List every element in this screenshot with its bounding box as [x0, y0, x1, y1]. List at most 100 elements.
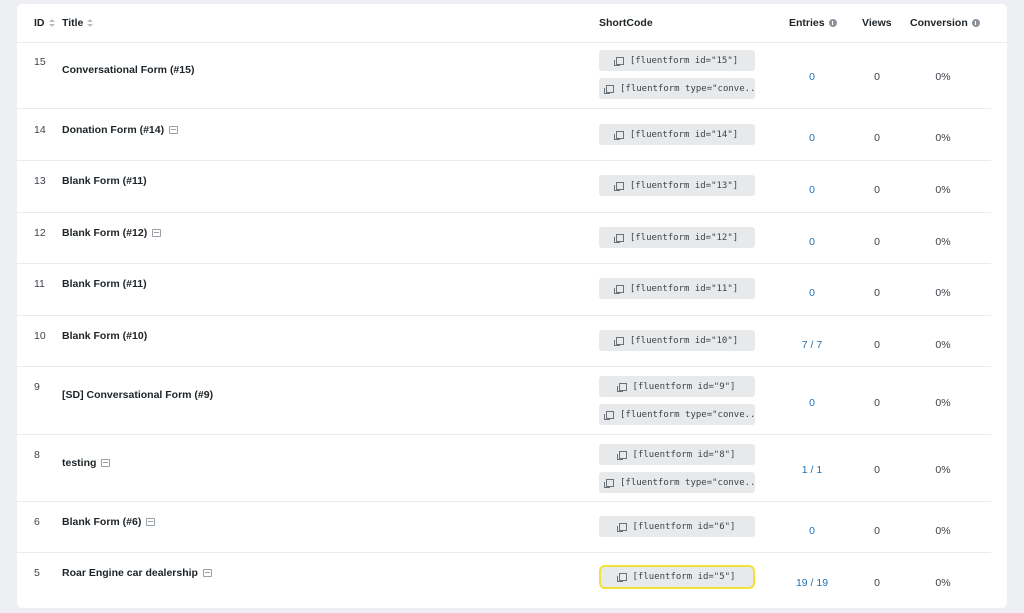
form-title[interactable]: Blank Form (#11)	[62, 278, 147, 290]
table-header: ID Title ShortCode Entries Views Convers…	[17, 4, 1007, 43]
form-title-text[interactable]: Blank Form (#11)	[62, 175, 147, 187]
form-title[interactable]: Blank Form (#12)	[62, 227, 162, 239]
entries-link[interactable]: 19 / 19	[777, 577, 847, 589]
shortcode-text: [fluentform type="conve...	[620, 409, 755, 420]
header-entries-label: Entries	[789, 17, 825, 29]
copy-icon	[613, 130, 624, 140]
copy-icon	[613, 181, 624, 191]
entries-link[interactable]: 1 / 1	[777, 464, 847, 476]
shortcode-copy-button[interactable]: [fluentform id="13"]	[599, 175, 755, 196]
views-count: 0	[874, 184, 880, 196]
shortcode-copy-button[interactable]: [fluentform id="6"]	[599, 516, 755, 537]
edit-icon[interactable]	[146, 518, 156, 526]
views-count: 0	[874, 339, 880, 351]
form-title-text[interactable]: Blank Form (#11)	[62, 278, 147, 290]
form-title[interactable]: [SD] Conversational Form (#9)	[62, 389, 213, 401]
row-id: 14	[34, 124, 46, 136]
edit-icon[interactable]	[169, 126, 179, 134]
entries-link[interactable]: 0	[777, 71, 847, 83]
form-title[interactable]: Roar Engine car dealership	[62, 567, 212, 579]
form-title[interactable]: Conversational Form (#15)	[62, 64, 194, 76]
header-id[interactable]: ID	[34, 17, 55, 29]
shortcode-copy-button[interactable]: [fluentform id="10"]	[599, 330, 755, 351]
form-title-text[interactable]: Roar Engine car dealership	[62, 567, 198, 579]
shortcode-copy-button[interactable]: [fluentform id="5"]	[599, 565, 755, 589]
info-icon[interactable]	[971, 19, 980, 27]
shortcode-copy-button[interactable]: [fluentform id="8"]	[599, 444, 755, 465]
conversion-rate: 0%	[935, 525, 951, 537]
shortcode-copy-button[interactable]: [fluentform id="14"]	[599, 124, 755, 145]
shortcode-text: [fluentform id="9"]	[632, 381, 736, 392]
shortcode-copy-button[interactable]: [fluentform type="conve...	[599, 404, 755, 425]
row-id: 13	[34, 175, 46, 187]
row-id: 8	[34, 449, 40, 461]
header-shortcode-label: ShortCode	[599, 17, 653, 29]
conversion-rate: 0%	[935, 236, 951, 248]
info-icon[interactable]	[828, 19, 837, 27]
header-entries: Entries	[789, 17, 837, 29]
shortcode-text: [fluentform type="conve...	[620, 477, 755, 488]
header-title[interactable]: Title	[62, 17, 94, 29]
shortcode-text: [fluentform id="15"]	[629, 55, 739, 66]
form-title-text[interactable]: Blank Form (#10)	[62, 330, 147, 342]
entries-link[interactable]: 7 / 7	[777, 339, 847, 351]
shortcode-text: [fluentform type="conve...	[620, 83, 755, 94]
form-title[interactable]: Blank Form (#6)	[62, 516, 156, 528]
shortcode-copy-button[interactable]: [fluentform type="conve...	[599, 78, 755, 99]
shortcode-text: [fluentform id="14"]	[629, 129, 739, 140]
copy-icon	[616, 450, 627, 460]
shortcode-copy-button[interactable]: [fluentform id="11"]	[599, 278, 755, 299]
entries-link[interactable]: 0	[777, 525, 847, 537]
table-row: 8 testing [fluentform id="8"] [fluentform t…	[17, 434, 991, 502]
shortcode-text: [fluentform id="8"]	[632, 449, 736, 460]
shortcode-copy-button[interactable]: [fluentform id="9"]	[599, 376, 755, 397]
form-title-text[interactable]: Blank Form (#6)	[62, 516, 141, 528]
shortcode-copy-button[interactable]: [fluentform id="12"]	[599, 227, 755, 248]
row-id: 11	[34, 278, 45, 290]
form-title[interactable]: testing	[62, 457, 111, 469]
table-row: 6 Blank Form (#6) [fluentform id="6"] 0 0 0%	[17, 501, 991, 553]
copy-icon	[604, 84, 614, 94]
form-title-text[interactable]: Donation Form (#14)	[62, 124, 164, 136]
row-id: 9	[34, 381, 40, 393]
copy-icon	[616, 382, 627, 392]
shortcode-copy-button[interactable]: [fluentform id="15"]	[599, 50, 755, 71]
header-conversion: Conversion	[910, 17, 980, 29]
entries-link[interactable]: 0	[777, 236, 847, 248]
edit-icon[interactable]	[101, 459, 111, 467]
sort-icon[interactable]	[48, 19, 55, 27]
header-views: Views	[862, 17, 892, 29]
conversion-rate: 0%	[935, 184, 951, 196]
copy-icon	[613, 56, 624, 66]
shortcode-text: [fluentform id="5"]	[632, 572, 736, 582]
form-title-text[interactable]: [SD] Conversational Form (#9)	[62, 389, 213, 401]
entries-link[interactable]: 0	[777, 132, 847, 144]
form-title[interactable]: Blank Form (#10)	[62, 330, 147, 342]
edit-icon[interactable]	[202, 569, 212, 577]
form-title[interactable]: Blank Form (#11)	[62, 175, 147, 187]
copy-icon	[616, 573, 627, 582]
form-title[interactable]: Donation Form (#14)	[62, 124, 179, 136]
edit-icon[interactable]	[152, 229, 162, 237]
views-count: 0	[874, 397, 880, 409]
shortcode-text: [fluentform id="10"]	[629, 335, 739, 346]
form-title-text[interactable]: Conversational Form (#15)	[62, 64, 194, 76]
views-count: 0	[874, 525, 880, 537]
views-count: 0	[874, 577, 880, 589]
copy-icon	[613, 233, 624, 243]
conversion-rate: 0%	[935, 71, 951, 83]
header-views-label: Views	[862, 17, 892, 29]
table-row: 14 Donation Form (#14) [fluentform id="14"…	[17, 108, 991, 161]
entries-link[interactable]: 0	[777, 184, 847, 196]
sort-icon[interactable]	[87, 19, 94, 27]
table-row: 13 Blank Form (#11) [fluentform id="13"] 0 0…	[17, 160, 991, 213]
table-row: 5 Roar Engine car dealership [fluentform i…	[17, 552, 991, 604]
entries-link[interactable]: 0	[777, 397, 847, 409]
shortcode-copy-button[interactable]: [fluentform type="conve...	[599, 472, 755, 493]
entries-link[interactable]: 0	[777, 287, 847, 299]
row-id: 5	[34, 567, 40, 579]
views-count: 0	[874, 287, 880, 299]
form-title-text[interactable]: testing	[62, 457, 96, 469]
form-title-text[interactable]: Blank Form (#12)	[62, 227, 147, 239]
shortcode-text: [fluentform id="12"]	[629, 232, 739, 243]
